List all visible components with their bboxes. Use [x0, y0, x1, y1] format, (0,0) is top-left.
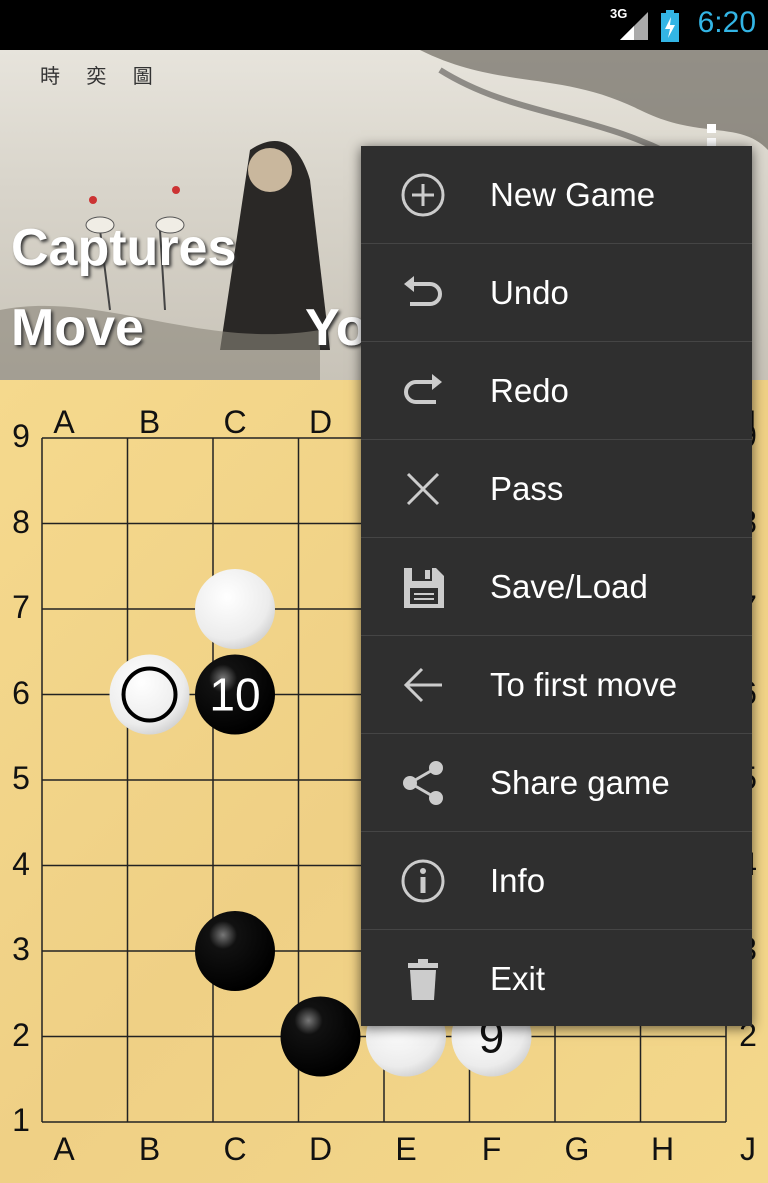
black-stone[interactable] [280, 996, 361, 1077]
row-label-left: 7 [12, 589, 30, 625]
menu-label: Share game [490, 763, 670, 801]
menu-item-share-game[interactable]: Share game [361, 734, 752, 832]
black-stone[interactable] [195, 911, 275, 991]
white-stone[interactable] [195, 569, 275, 649]
column-label-top: D [308, 404, 333, 440]
artwork-caption: 時 奕 圖 [40, 64, 163, 88]
player-label: Yo [305, 299, 368, 357]
close-icon [393, 459, 453, 519]
menu-label: Exit [490, 959, 546, 997]
menu-item-new-game[interactable]: New Game [361, 146, 752, 244]
column-label-bottom: G [564, 1131, 590, 1167]
menu-label: Pass [490, 469, 564, 507]
row-label-left: 8 [12, 503, 30, 540]
undo-icon [393, 263, 453, 323]
menu-item-save-load[interactable]: Save/Load [361, 538, 752, 636]
status-bar: 3G 6:20 [0, 0, 768, 50]
signal-icon [620, 12, 648, 40]
white-stone-body [195, 569, 275, 649]
column-label-top: C [223, 404, 247, 440]
menu-item-info[interactable]: Info [361, 832, 752, 930]
menu-label: Save/Load [490, 567, 648, 605]
clock: 6:20 [697, 6, 756, 39]
column-label-top: A [53, 404, 75, 440]
stone-move-number: 10 [209, 669, 260, 721]
overflow-menu: New Game Undo Redo Pass Save/Load To fir… [361, 146, 752, 1026]
menu-label: New Game [490, 175, 656, 213]
row-label-left: 2 [12, 1016, 30, 1053]
menu-item-exit[interactable]: Exit [361, 930, 752, 1027]
column-label-bottom: C [223, 1131, 247, 1167]
battery-charging-icon [661, 10, 679, 42]
column-label-bottom: J [740, 1131, 756, 1167]
black-stone[interactable]: 10 [195, 654, 275, 735]
redo-icon [393, 361, 453, 421]
black-stone-body [280, 996, 361, 1077]
column-label-top: B [138, 404, 161, 440]
column-label-bottom: A [53, 1131, 75, 1167]
column-label-bottom: E [395, 1131, 417, 1167]
menu-label: Redo [490, 371, 569, 409]
menu-label: Info [490, 861, 546, 899]
arrow-left-icon [393, 655, 453, 715]
column-label-bottom: H [650, 1131, 675, 1167]
row-label-left: 9 [12, 418, 30, 454]
menu-label: Undo [490, 273, 569, 311]
move-label: Move [11, 299, 144, 357]
black-stone-body [195, 911, 275, 991]
share-icon [393, 753, 453, 813]
menu-item-undo[interactable]: Undo [361, 244, 752, 342]
white-stone[interactable] [109, 654, 190, 735]
info-icon [393, 851, 453, 911]
column-label-bottom: B [138, 1131, 161, 1167]
menu-item-pass[interactable]: Pass [361, 440, 752, 538]
save-icon [393, 557, 453, 617]
row-label-left: 3 [12, 931, 30, 967]
add-circle-icon [393, 165, 453, 225]
row-label-left: 6 [12, 674, 30, 711]
trash-icon [393, 949, 453, 1009]
row-label-left: 1 [12, 1102, 30, 1138]
row-label-left: 4 [12, 845, 30, 882]
column-label-bottom: D [308, 1131, 333, 1167]
menu-item-to-first-move[interactable]: To first move [361, 636, 752, 734]
column-label-bottom: F [481, 1131, 502, 1167]
menu-item-redo[interactable]: Redo [361, 342, 752, 440]
menu-label: To first move [490, 665, 678, 703]
captures-label: Captures [11, 219, 237, 277]
row-label-left: 5 [12, 760, 30, 796]
